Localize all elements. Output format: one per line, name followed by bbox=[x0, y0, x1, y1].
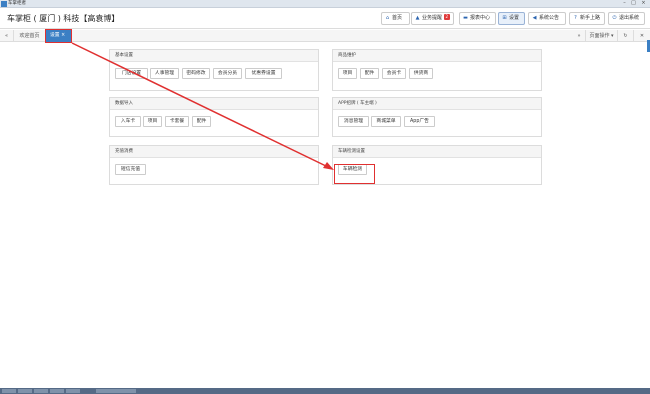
taskbar-item[interactable] bbox=[34, 389, 48, 393]
taskbar-item[interactable] bbox=[66, 389, 80, 393]
arrow-head bbox=[323, 162, 334, 170]
taskbar-item[interactable] bbox=[18, 389, 32, 393]
taskbar-item[interactable] bbox=[96, 389, 136, 393]
taskbar-item[interactable] bbox=[2, 389, 16, 393]
taskbar-item[interactable] bbox=[50, 389, 64, 393]
annotation-arrow bbox=[71, 42, 334, 170]
arrow-line bbox=[71, 42, 329, 168]
os-taskbar bbox=[0, 388, 650, 394]
